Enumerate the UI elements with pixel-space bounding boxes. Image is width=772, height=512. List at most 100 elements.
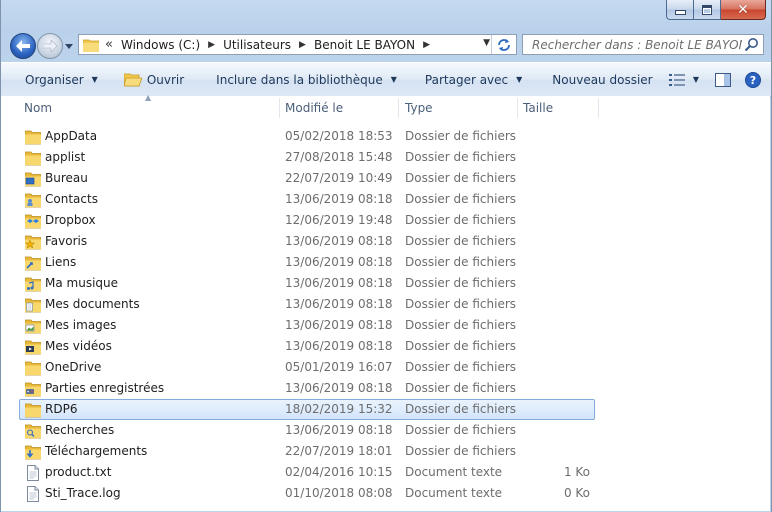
file-row[interactable]: Dropbox 12/06/2019 19:48 Dossier de fichie… xyxy=(1,210,770,231)
file-name[interactable]: Ma musique xyxy=(45,273,118,294)
forward-button[interactable] xyxy=(37,33,63,59)
column-header-modified[interactable]: Modifié le xyxy=(279,96,398,120)
file-name[interactable]: Mes images xyxy=(45,315,116,336)
file-name[interactable]: applist xyxy=(45,147,85,168)
file-name[interactable]: AppData xyxy=(45,126,97,147)
file-row[interactable]: Favoris 13/06/2019 08:18 Dossier de fichie… xyxy=(1,231,770,252)
search-box[interactable] xyxy=(522,34,764,55)
include-library-menu[interactable]: Inclure dans la bibliothèque ▼ xyxy=(208,68,405,92)
minimize-button[interactable] xyxy=(666,0,694,20)
file-size: 1 Ko xyxy=(563,465,590,479)
preview-pane-button[interactable] xyxy=(707,68,739,92)
refresh-button[interactable] xyxy=(491,35,516,54)
music-folder-icon xyxy=(24,276,42,292)
file-name[interactable]: Recherches xyxy=(45,420,114,441)
svg-text:?: ? xyxy=(750,74,756,87)
desktop-folder-icon xyxy=(24,171,42,187)
file-modified-date: 13/06/2019 08:18 xyxy=(285,276,393,290)
file-row[interactable]: Recherches 13/06/2019 08:18 Dossier de fic… xyxy=(1,420,770,441)
folder-icon xyxy=(24,129,42,145)
file-type: Dossier de fichiers xyxy=(405,129,517,143)
recent-pages-dropdown[interactable] xyxy=(63,40,75,52)
search-input[interactable] xyxy=(530,36,744,53)
column-divider[interactable] xyxy=(598,98,599,118)
organize-menu[interactable]: Organiser ▼ xyxy=(17,68,106,92)
search-icon[interactable] xyxy=(744,37,759,52)
file-name[interactable]: product.txt xyxy=(45,462,111,483)
file-name[interactable]: Téléchargements xyxy=(45,441,147,462)
file-row[interactable]: OneDrive 05/01/2019 16:07 Dossier de fichi… xyxy=(1,357,770,378)
organize-label: Organiser xyxy=(25,72,84,87)
breadcrumb-separator-icon[interactable]: ▶ xyxy=(417,40,436,50)
file-type: Dossier de fichiers xyxy=(405,234,517,248)
breadcrumb-utilisateurs[interactable]: Utilisateurs xyxy=(221,38,293,52)
file-row[interactable]: applist 27/08/2018 15:48 Dossier de fichie… xyxy=(1,147,770,168)
breadcrumb-overflow[interactable]: « xyxy=(99,37,119,52)
breadcrumb-benoit[interactable]: Benoit LE BAYON xyxy=(312,38,417,52)
file-name[interactable]: Contacts xyxy=(45,189,98,210)
close-icon: ✕ xyxy=(737,1,749,18)
folder-icon xyxy=(24,360,42,376)
help-button[interactable]: ? xyxy=(739,68,771,92)
file-name[interactable]: Sti_Trace.log xyxy=(45,483,121,504)
pictures-folder-icon xyxy=(24,318,42,334)
arrow-left-icon xyxy=(16,40,30,52)
file-type: Dossier de fichiers xyxy=(405,171,517,185)
contacts-folder-icon xyxy=(24,192,42,208)
file-name[interactable]: RDP6 xyxy=(45,399,77,420)
column-header-type[interactable]: Type xyxy=(399,96,517,120)
file-row[interactable]: RDP6 18/02/2019 15:32 Dossier de fichiers xyxy=(1,399,770,420)
file-row[interactable]: Mes images 13/06/2019 08:18 Dossier de fic… xyxy=(1,315,770,336)
view-controls: ▼ ? xyxy=(665,63,771,96)
file-row[interactable]: Téléchargements 22/07/2019 18:01 Dossier d… xyxy=(1,441,770,462)
file-row[interactable]: AppData 05/02/2018 18:53 Dossier de fichie… xyxy=(1,126,770,147)
breadcrumb-separator-icon[interactable]: ▶ xyxy=(293,40,312,50)
new-folder-label: Nouveau dossier xyxy=(552,72,653,87)
explorer-window: ✕ « Windows (C:) ▶ Utilisateurs ▶ Benoit… xyxy=(0,0,772,512)
chevron-down-icon: ▼ xyxy=(91,75,98,84)
file-row[interactable]: Parties enregistrées 13/06/2019 08:18 Doss… xyxy=(1,378,770,399)
file-name[interactable]: Favoris xyxy=(45,231,87,252)
share-with-menu[interactable]: Partager avec ▼ xyxy=(417,68,530,92)
file-row[interactable]: product.txt 02/04/2016 10:15 Document text… xyxy=(1,462,770,483)
view-options-dropdown[interactable]: ▼ xyxy=(689,68,707,92)
open-button[interactable]: Ouvrir xyxy=(116,68,192,92)
file-name[interactable]: Bureau xyxy=(45,168,88,189)
file-type: Document texte xyxy=(405,465,503,479)
file-modified-date: 05/01/2019 16:07 xyxy=(285,360,393,374)
file-type: Dossier de fichiers xyxy=(405,150,517,164)
maximize-button[interactable] xyxy=(694,0,721,20)
file-row[interactable]: Mes vidéos 13/06/2019 08:18 Dossier de fic… xyxy=(1,336,770,357)
breadcrumb-windows-c[interactable]: Windows (C:) xyxy=(119,38,202,52)
new-folder-button[interactable]: Nouveau dossier xyxy=(544,68,660,92)
file-row[interactable]: Bureau 22/07/2019 10:49 Dossier de fichier… xyxy=(1,168,770,189)
file-row[interactable]: Sti_Trace.log 01/10/2018 08:08 Document te… xyxy=(1,483,770,504)
file-name[interactable]: Liens xyxy=(45,252,76,273)
change-view-button[interactable] xyxy=(665,68,689,92)
chevron-down-icon: ▼ xyxy=(516,75,523,84)
file-name[interactable]: Mes vidéos xyxy=(45,336,112,357)
back-button[interactable] xyxy=(10,33,36,59)
file-modified-date: 13/06/2019 08:18 xyxy=(285,339,393,353)
address-history-dropdown[interactable]: ▼ xyxy=(483,38,490,48)
file-modified-date: 27/08/2018 15:48 xyxy=(285,150,393,164)
file-name[interactable]: Mes documents xyxy=(45,294,140,315)
column-header-name[interactable]: Nom xyxy=(18,96,279,120)
file-name[interactable]: Dropbox xyxy=(45,210,96,231)
file-row[interactable]: Liens 13/06/2019 08:18 Dossier de fichiers xyxy=(1,252,770,273)
file-row[interactable]: Mes documents 13/06/2019 08:18 Dossier de … xyxy=(1,294,770,315)
file-name[interactable]: Parties enregistrées xyxy=(45,378,164,399)
window-border xyxy=(0,0,1,512)
file-row[interactable]: Contacts 13/06/2019 08:18 Dossier de fichi… xyxy=(1,189,770,210)
file-list-pane: ▲ Nom Modifié le Type Taille AppData 05/0… xyxy=(1,93,770,511)
command-bar: Organiser ▼ Ouvrir Inclure dans la bibli… xyxy=(1,62,771,97)
arrow-right-icon xyxy=(43,40,57,52)
address-bar[interactable]: « Windows (C:) ▶ Utilisateurs ▶ Benoit L… xyxy=(78,34,517,55)
breadcrumb-separator-icon[interactable]: ▶ xyxy=(202,40,221,50)
close-button[interactable]: ✕ xyxy=(721,0,766,20)
favorites-folder-icon xyxy=(24,234,42,250)
file-row[interactable]: Ma musique 13/06/2019 08:18 Dossier de fic… xyxy=(1,273,770,294)
file-name[interactable]: OneDrive xyxy=(45,357,101,378)
details-view-icon xyxy=(668,73,685,86)
column-header-size[interactable]: Taille xyxy=(517,96,597,120)
